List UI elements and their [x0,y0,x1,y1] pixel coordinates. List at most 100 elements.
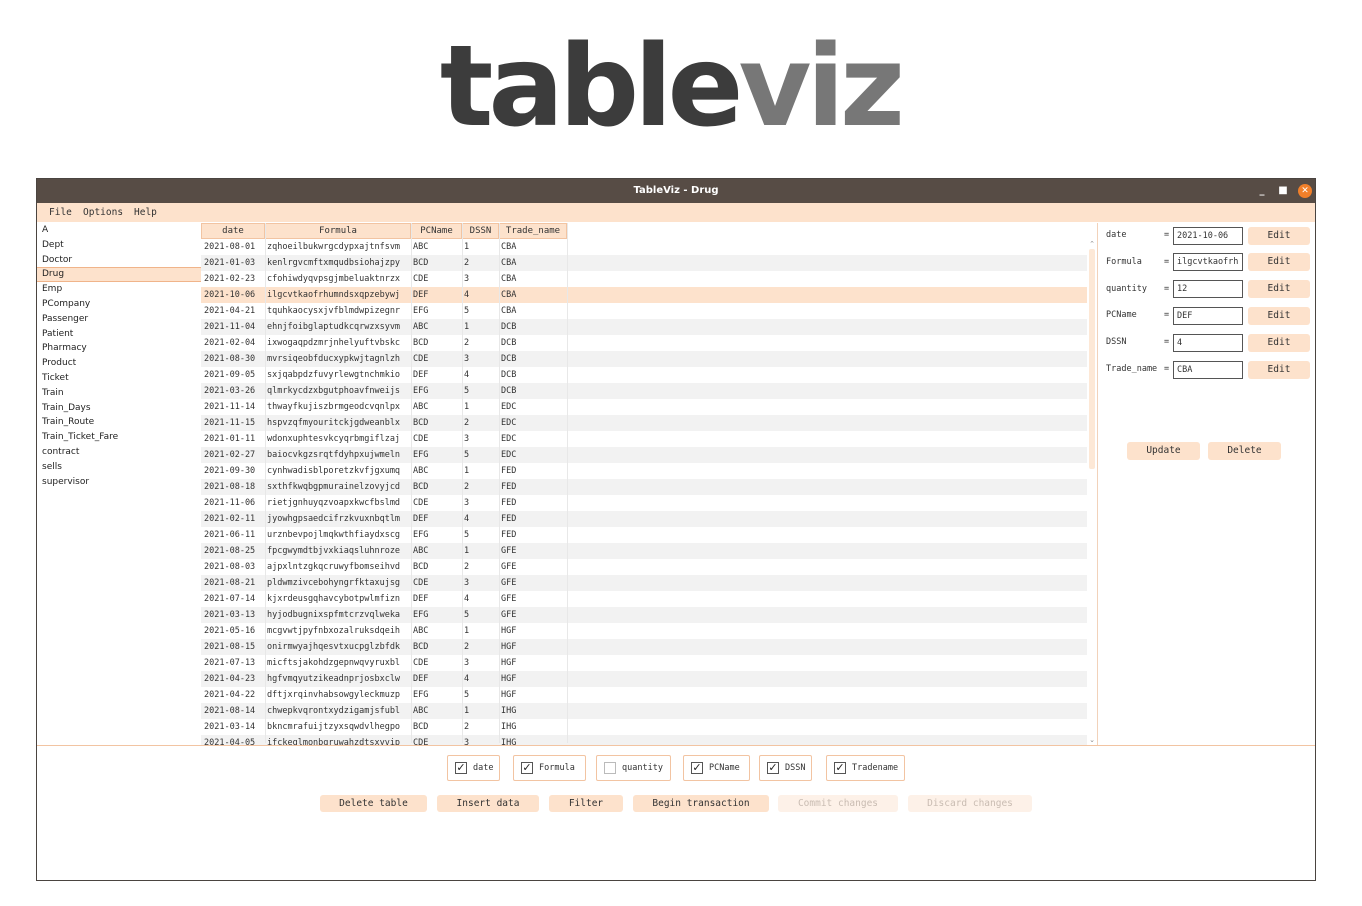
field-input-formula[interactable]: ilgcvtkaofrh [1173,253,1243,272]
table-row[interactable]: 2021-10-06 ilgcvtkaofrhumndsxqpzebywj DEF 4… [201,287,1087,303]
table-row[interactable]: 2021-02-27 baiocvkgzsrqtfdyhpxujwmeln EFG 5… [201,447,1087,463]
sidebar-item-supervisor[interactable]: supervisor [37,475,201,490]
commit-changes-button[interactable]: Commit changes [778,795,898,812]
table-row[interactable]: 2021-11-15 hspvzqfmyouritckjgdweanblx BCD 2… [201,415,1087,431]
minimize-icon[interactable]: _ [1256,179,1268,203]
sidebar-item-drug[interactable]: Drug [37,267,201,283]
edit-button-formula[interactable]: Edit [1248,253,1310,272]
insert-data-button[interactable]: Insert data [437,795,539,812]
table-row[interactable]: 2021-09-05 sxjqabpdzfuvyrlewgtnchmkio DEF 4… [201,367,1087,383]
table-row[interactable]: 2021-08-25 fpcgwymdtbjvxkiaqsluhnroze ABC 1… [201,543,1087,559]
edit-button-pcname[interactable]: Edit [1248,306,1310,325]
maximize-icon[interactable]: ■ [1277,179,1289,203]
sidebar-item-contract[interactable]: contract [37,445,201,460]
edit-button-dssn[interactable]: Edit [1248,333,1310,352]
column-header-pcname[interactable]: PCName [411,223,462,239]
toggle-column-dssn[interactable]: ✓ DSSN [759,755,812,781]
field-input-date[interactable]: 2021-10-06 [1173,226,1243,245]
table-row[interactable]: 2021-03-14 bkncmrafuijtzyxsqwdvlhegpo BCD 2… [201,719,1087,735]
checkbox-empty-icon[interactable] [604,762,616,774]
sidebar-item-passenger[interactable]: Passenger [37,312,201,327]
sidebar-item-train-days[interactable]: Train_Days [37,401,201,416]
sidebar-item-dept[interactable]: Dept [37,238,201,253]
table-row[interactable]: 2021-08-03 ajpxlntzgkqcruwyfbomseihvd BCD 2… [201,559,1087,575]
sidebar-item-ticket[interactable]: Ticket [37,371,201,386]
table-row[interactable]: 2021-07-13 micftsjakohdzgepnwqvyruxbl CDE 3… [201,655,1087,671]
delete-table-button[interactable]: Delete table [320,795,427,812]
table-row[interactable]: 2021-04-05 ifckeglmonbqruwahzdtsxyvip CDE 3… [201,735,1087,745]
column-header-trade-name[interactable]: Trade_name [499,223,567,239]
sidebar-item-emp[interactable]: Emp [37,282,201,297]
edit-button-date[interactable]: Edit [1248,226,1310,245]
sidebar-item-train[interactable]: Train [37,386,201,401]
table-row[interactable]: 2021-08-15 onirmwyajhqesvtxucpglzbfdk BCD 2… [201,639,1087,655]
toggle-column-formula[interactable]: ✓ Formula [513,755,586,781]
edit-button-trade-name[interactable]: Edit [1248,360,1310,379]
update-button[interactable]: Update [1127,442,1200,460]
discard-changes-button[interactable]: Discard changes [908,795,1032,812]
toggle-column-tradename[interactable]: ✓ Tradename [826,755,905,781]
sidebar-item-patient[interactable]: Patient [37,327,201,342]
column-header-date[interactable]: date [201,223,265,239]
table-row[interactable]: 2021-07-14 kjxrdeusgqhavcybotpwlmfizn DEF 4… [201,591,1087,607]
field-input-dssn[interactable]: 4 [1173,333,1243,352]
column-header-dssn[interactable]: DSSN [462,223,499,239]
menu-help[interactable]: Help [134,203,157,222]
column-header-formula[interactable]: Formula [265,223,411,239]
scroll-thumb[interactable] [1089,249,1095,469]
data-table: date Formula PCName DSSN Trade_name 2021-08-… [201,223,1097,745]
toggle-label: DSSN [785,763,806,773]
sidebar-item-train-route[interactable]: Train_Route [37,415,201,430]
checkbox-checked-icon[interactable]: ✓ [521,762,533,774]
table-row[interactable]: 2021-11-06 rietjgnhuyqzvoapxkwcfbslmd CDE 3… [201,495,1087,511]
table-row[interactable]: 2021-03-26 qlmrkycdzxbgutphoavfnweijs EFG 5… [201,383,1087,399]
table-row[interactable]: 2021-08-30 mvrsiqeobfducxypkwjtagnlzh CDE 3… [201,351,1087,367]
menu-file[interactable]: File [49,203,72,222]
table-row[interactable]: 2021-08-21 pldwmzivcebohyngrfktaxujsg CDE 3… [201,575,1087,591]
sidebar-item-sells[interactable]: sells [37,460,201,475]
field-input-pcname[interactable]: DEF [1173,306,1243,325]
begin-transaction-button[interactable]: Begin transaction [633,795,769,812]
sidebar-item-pcompany[interactable]: PCompany [37,297,201,312]
close-icon[interactable]: ✕ [1298,184,1312,198]
table-row[interactable]: 2021-04-22 dftjxrqinvhabsowgyleckmuzp EFG 5… [201,687,1087,703]
cell-pcname: ABC [413,322,429,332]
table-row[interactable]: 2021-11-04 ehnjfoibglaptudkcqrwzxsyvm ABC 1… [201,319,1087,335]
sidebar-item-train-ticket-fare[interactable]: Train_Ticket_Fare [37,430,201,445]
table-row[interactable]: 2021-06-11 urznbevpojlmqkwthfiaydxscg EFG 5… [201,527,1087,543]
scroll-up-icon[interactable]: ⌃ [1087,239,1097,249]
table-row[interactable]: 2021-04-23 hgfvmqyutzikeadnprjosbxclw DEF 4… [201,671,1087,687]
table-row[interactable]: 2021-08-01 zqhoeilbukwrgcdypxajtnfsvm ABC 1… [201,239,1087,255]
table-row[interactable]: 2021-08-18 sxthfkwqbgpmurainelzovyjcd BCD 2… [201,479,1087,495]
table-row[interactable]: 2021-01-11 wdonxuphtesvkcyqrbmgiflzaj CDE 3… [201,431,1087,447]
sidebar-item-a[interactable]: A [37,223,201,238]
table-row[interactable]: 2021-02-23 cfohiwdyqvpsgjmbeluaktnrzx CDE 3… [201,271,1087,287]
table-row[interactable]: 2021-01-03 kenlrgvcmftxmqudbsiohajzpy BCD 2… [201,255,1087,271]
filter-button[interactable]: Filter [549,795,623,812]
table-row[interactable]: 2021-03-13 hyjodbugnixspfmtcrzvqlweka EFG 5… [201,607,1087,623]
checkbox-checked-icon[interactable]: ✓ [455,762,467,774]
edit-button-quantity[interactable]: Edit [1248,280,1310,299]
table-row[interactable]: 2021-11-14 thwayfkujiszbrmgeodcvqnlpx ABC 1… [201,399,1087,415]
sidebar-item-pharmacy[interactable]: Pharmacy [37,341,201,356]
table-scrollbar[interactable]: ⌃ ⌄ [1087,239,1097,745]
table-row[interactable]: 2021-02-04 ixwogaqpdzmrjnhelyuftvbskc BCD 2… [201,335,1087,351]
sidebar-item-doctor[interactable]: Doctor [37,253,201,268]
toggle-column-quantity[interactable]: quantity [596,755,671,781]
table-row[interactable]: 2021-04-21 tquhkaocysxjvfblmdwpizegnr EFG 5… [201,303,1087,319]
toggle-column-date[interactable]: ✓ date [447,755,500,781]
menu-options[interactable]: Options [83,203,123,222]
table-row[interactable]: 2021-08-14 chwepkvqrontxydzigamjsfubl ABC 1… [201,703,1087,719]
delete-row-button[interactable]: Delete [1208,442,1281,460]
toggle-column-pcname[interactable]: ✓ PCName [683,755,750,781]
checkbox-checked-icon[interactable]: ✓ [834,762,846,774]
checkbox-checked-icon[interactable]: ✓ [767,762,779,774]
table-row[interactable]: 2021-09-30 cynhwadisblporetzkvfjgxumq ABC 1… [201,463,1087,479]
table-row[interactable]: 2021-02-11 jyowhgpsaedcifrzkvuxnbqtlm DEF 4… [201,511,1087,527]
sidebar-item-product[interactable]: Product [37,356,201,371]
field-input-trade-name[interactable]: CBA [1173,360,1243,379]
scroll-down-icon[interactable]: ⌄ [1087,735,1097,745]
field-input-quantity[interactable]: 12 [1173,280,1243,299]
checkbox-checked-icon[interactable]: ✓ [691,762,703,774]
table-row[interactable]: 2021-05-16 mcgvwtjpyfnbxozalruksdqeih ABC 1… [201,623,1087,639]
